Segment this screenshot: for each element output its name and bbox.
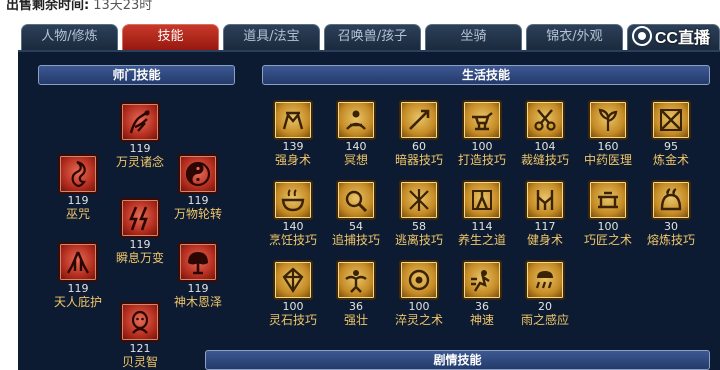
lightning-icon <box>120 198 160 238</box>
alchemy-icon <box>651 100 691 140</box>
skill-level: 30 <box>664 220 678 233</box>
rain-icon <box>525 260 565 300</box>
tab-character[interactable]: 人物/修炼 <box>21 24 118 50</box>
life-skill-19[interactable]: 20 雨之感应 <box>507 260 583 327</box>
story-skills-header: 剧情技能 <box>205 350 710 370</box>
tab-outfits[interactable]: 锦衣/外观 <box>526 24 623 50</box>
flame-spiral-icon <box>58 154 98 194</box>
dart-icon <box>399 100 439 140</box>
skill-level: 119 <box>187 282 209 295</box>
sale-time-bar: 出售剩余时间: 13天23时 <box>0 0 720 22</box>
herb-icon <box>588 100 628 140</box>
life-skill-7[interactable]: 95 炼金术 <box>633 100 709 167</box>
skill-name: 炼金术 <box>652 153 689 167</box>
muscle-icon <box>336 260 376 300</box>
pursuit-icon <box>336 180 376 220</box>
spirit-face-icon <box>120 302 160 342</box>
tree-icon <box>178 242 218 282</box>
yin-yang-icon <box>178 154 218 194</box>
sale-time-value: 13天23时 <box>93 0 153 13</box>
life-skill-14[interactable]: 30 熔炼技巧 <box>633 180 709 247</box>
skills-panel: 师门技能 119 万灵诸念 119 巫咒 119 万物轮转 119 瞬息万变 1… <box>18 50 720 370</box>
escape-icon <box>399 180 439 220</box>
praying-hands-icon <box>58 242 98 282</box>
scissors-icon <box>525 100 565 140</box>
tab-pets[interactable]: 召唤兽/孩子 <box>324 24 421 50</box>
smelting-icon <box>651 180 691 220</box>
quench-icon <box>399 260 439 300</box>
kneeling-figure-icon <box>120 102 160 142</box>
tab-mounts[interactable]: 坐骑 <box>425 24 522 50</box>
craftsman-icon <box>588 180 628 220</box>
tab-items[interactable]: 道具/法宝 <box>223 24 320 50</box>
school-skill-6[interactable]: 119 神木恩泽 <box>160 242 236 309</box>
cc-logo-icon <box>631 26 652 46</box>
school-skills-header: 师门技能 <box>38 65 235 85</box>
skill-level: 95 <box>664 140 678 153</box>
sale-time-label: 出售剩余时间: <box>6 0 90 13</box>
sale-time-text: 出售剩余时间: 13天23时 <box>6 0 152 13</box>
tab-bar: 人物/修炼 技能 道具/法宝 召唤兽/孩子 坐骑 锦衣/外观 家 <box>18 22 720 50</box>
skill-level: 20 <box>538 300 552 313</box>
fitness-icon <box>525 180 565 220</box>
life-skills-header: 生活技能 <box>262 65 710 85</box>
meditate-icon <box>336 100 376 140</box>
skill-name: 雨之感应 <box>520 313 569 327</box>
school-skill-5[interactable]: 119 天人庇护 <box>40 242 116 309</box>
skill-name: 贝灵智 <box>121 355 158 369</box>
skill-level: 119 <box>67 282 89 295</box>
speed-icon <box>462 260 502 300</box>
gem-icon <box>273 260 313 300</box>
anvil-icon <box>462 100 502 140</box>
cc-live-watermark: CC直播 <box>631 23 710 49</box>
skill-level: 121 <box>129 342 151 355</box>
tab-skills[interactable]: 技能 <box>122 24 219 50</box>
wellness-icon <box>462 180 502 220</box>
watermark-text: CC直播 <box>654 30 710 47</box>
skill-name: 熔炼技巧 <box>646 233 695 247</box>
strength-icon <box>273 100 313 140</box>
cooking-icon <box>273 180 313 220</box>
school-skill-7[interactable]: 121 贝灵智 <box>102 302 178 369</box>
